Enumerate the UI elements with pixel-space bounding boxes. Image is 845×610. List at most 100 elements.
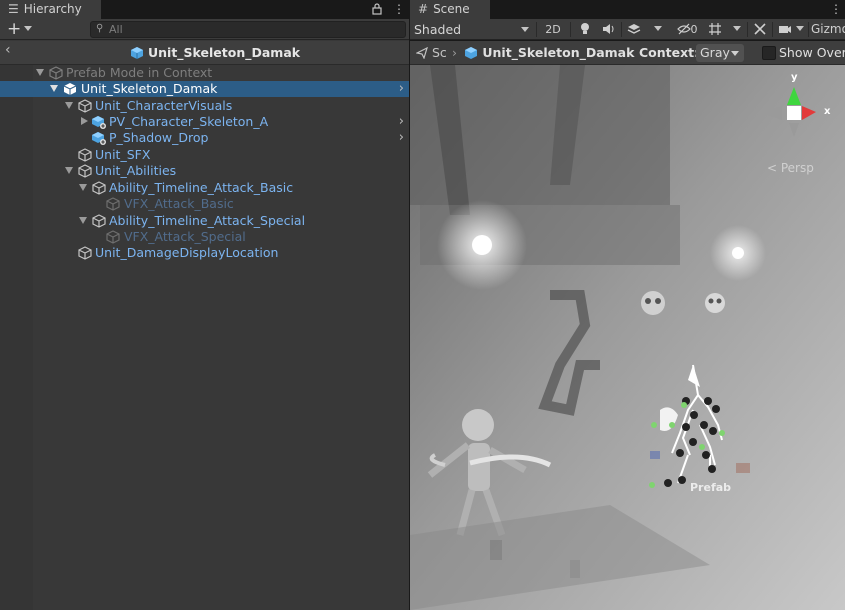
toggle-2d-button[interactable]: 2D [539,21,567,38]
hidden-objects-toggle[interactable]: 0 [672,21,702,38]
speaker-icon [603,24,614,34]
camera-settings-button[interactable] [776,21,794,38]
tree-row-label: VFX_Attack_Special [124,229,246,244]
tree-row-label: Ability_Timeline_Attack_Basic [109,180,294,195]
tree-row-label: Prefab Mode in Context [66,65,213,80]
cube-outline-icon [49,66,63,80]
tree-row-pv-character-skeleton-a[interactable]: PV_Character_Skeleton_A › [0,114,409,130]
chevron-right-icon[interactable]: › [399,114,404,130]
prefab-title-text: Unit_Skeleton_Damak [148,45,301,60]
tree-row-prefab-mode-in-context[interactable]: Prefab Mode in Context [0,65,409,81]
scene-render [410,65,845,610]
tree-row-ability-timeline-attack-basic[interactable]: Ability_Timeline_Attack_Basic [0,180,409,196]
tools-icon [754,23,766,35]
create-plus-button[interactable]: + [7,19,21,39]
search-icon: ⚲ [96,23,104,34]
tree-row-unit-sfx[interactable]: Unit_SFX [0,147,409,163]
lightbulb-icon [581,23,589,34]
chevron-right-icon[interactable]: › [399,130,404,146]
prefab-cube-icon [131,47,143,59]
context-value: Gray [700,45,730,60]
breadcrumb-current[interactable]: Unit_Skeleton_Damak [464,44,634,61]
foldout-arrow-icon[interactable] [65,167,73,174]
camera-icon [779,26,791,33]
hierarchy-search[interactable]: ⚲ [90,21,406,38]
chevron-right-icon[interactable]: › [399,81,404,97]
camera-dropdown[interactable] [795,21,805,38]
chevron-down-icon [731,51,739,56]
lock-icon[interactable] [372,0,382,19]
cube-outline-icon [78,246,92,260]
chevron-down-icon[interactable] [24,26,32,31]
tree-row-label: Unit_CharacterVisuals [95,98,233,113]
shading-mode-dropdown[interactable]: Shaded [410,21,532,38]
foldout-arrow-icon[interactable] [79,217,87,224]
prefab-breadcrumb: ‹ Unit_Skeleton_Damak [0,41,409,65]
show-overrides-checkbox[interactable] [762,46,776,60]
tools-toggle[interactable] [751,21,769,38]
hierarchy-tab-label: Hierarchy [23,2,82,16]
scene-viewport[interactable]: y x < Persp Prefab [410,65,845,610]
scene-breadcrumb: Sc › Unit_Skeleton_Damak Context: Gray S… [410,41,845,65]
cube-outline-icon [92,214,106,228]
hierarchy-tabstrip: ☰ Hierarchy ⋮ [0,0,409,19]
grid-snap-icon [709,23,721,35]
search-input[interactable] [109,22,399,37]
tree-row-label: Unit_SFX [95,147,151,162]
prefab-title: Unit_Skeleton_Damak [130,44,300,61]
kebab-menu-icon[interactable]: ⋮ [830,0,842,19]
gizmos-button[interactable]: Gizmo [811,21,845,38]
tab-hierarchy[interactable]: ☰ Hierarchy [0,0,101,19]
context-label: Context: [639,45,700,60]
toggle-2d-label: 2D [545,23,561,36]
kebab-menu-icon[interactable]: ⋮ [393,0,405,19]
gizmo-x-label: x [824,106,831,117]
nested-prefab-icon [92,116,106,129]
audio-toggle[interactable] [600,21,618,38]
tree-row-unit-abilities[interactable]: Unit_Abilities [0,163,409,179]
foldout-arrow-icon[interactable] [65,102,73,109]
tree-row-ability-timeline-attack-special[interactable]: Ability_Timeline_Attack_Special [0,213,409,229]
scene-panel: # Scene ⋮ Shaded 2D 0 Gizm Sc › Unit_Ske… [410,0,845,610]
chevron-down-icon [796,26,804,31]
breadcrumb-root[interactable]: Sc [415,44,447,61]
tree-row-vfx-attack-special[interactable]: VFX_Attack_Special [0,229,409,245]
context-dropdown[interactable]: Gray [696,44,744,62]
back-arrow-icon[interactable]: ‹ [5,42,11,58]
tree-row-label: VFX_Attack_Basic [124,196,234,211]
foldout-arrow-icon[interactable] [79,184,87,191]
gizmo-center-cube[interactable] [787,106,801,120]
show-overrides-label: Show Overr [779,45,845,60]
tree-row-vfx-attack-basic[interactable]: VFX_Attack_Basic [0,196,409,212]
foldout-arrow-icon[interactable] [50,85,58,92]
scene-icon [415,46,428,60]
tree-row-unit-skeleton-damak[interactable]: Unit_Skeleton_Damak › [0,81,409,97]
hierarchy-panel: ☰ Hierarchy ⋮ + ⚲ ‹ Unit_Skeleton_Damak [0,0,409,610]
grid-dropdown[interactable] [732,21,742,38]
tab-scene[interactable]: # Scene [410,0,490,19]
projection-label[interactable]: < Persp [767,161,814,175]
cube-outline-icon [106,197,120,211]
hierarchy-toolbar: + ⚲ [0,19,409,40]
grid-snapping-toggle[interactable] [706,21,724,38]
nested-prefab-icon [92,132,106,145]
foreground-skeleton [462,409,494,441]
list-icon: ☰ [8,2,19,16]
scene-tabstrip: # Scene ⋮ [410,0,845,19]
breadcrumb-current-label: Unit_Skeleton_Damak [482,45,635,60]
hierarchy-tree: Prefab Mode in Context Unit_Skeleton_Dam… [0,65,409,610]
skull-banner-icon [705,293,725,313]
effects-dropdown[interactable] [653,21,663,38]
foldout-arrow-icon[interactable] [81,117,88,125]
foldout-arrow-icon[interactable] [36,69,44,76]
unity-editor: ☰ Hierarchy ⋮ + ⚲ ‹ Unit_Skeleton_Damak [0,0,845,610]
effects-toggle[interactable] [625,21,643,38]
tree-row-unit-charactervisuals[interactable]: Unit_CharacterVisuals [0,98,409,114]
lighting-toggle[interactable] [576,21,594,38]
tree-row-p-shadow-drop[interactable]: P_Shadow_Drop › [0,130,409,146]
scene-toolbar: Shaded 2D 0 Gizm [410,19,845,40]
tree-row-unit-damagedisplaylocation[interactable]: Unit_DamageDisplayLocation [0,245,409,261]
grid-icon: # [418,2,429,16]
cube-outline-icon [92,181,106,195]
cube-outline-icon [78,148,92,162]
